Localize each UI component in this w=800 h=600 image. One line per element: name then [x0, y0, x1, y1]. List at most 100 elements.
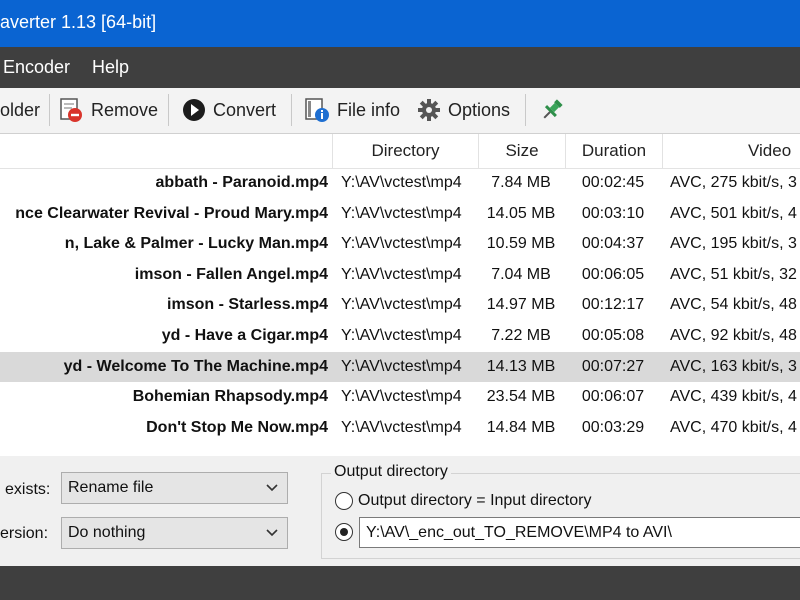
file-directory-cell: Y:\AV\vctest\mp4: [341, 388, 462, 406]
menu-help[interactable]: Help: [92, 57, 129, 78]
file-video-cell: AVC, 92 kbit/s, 48: [670, 327, 797, 344]
column-directory[interactable]: Directory: [332, 134, 478, 168]
file-duration-cell: 00:03:29: [581, 418, 645, 436]
file-directory-cell: Y:\AV\vctest\mp4: [341, 265, 462, 283]
add-folder-button[interactable]: older: [0, 88, 40, 132]
file-name-cell: abbath - Paranoid.mp4: [155, 174, 328, 191]
file-video-cell: AVC, 195 kbit/s, 3: [670, 235, 797, 253]
file-row[interactable]: Don't Stop Me Now.mp4 Y:\AV\vctest\mp4 14.…: [0, 413, 800, 443]
file-directory-cell: Y:\AV\vctest\mp4: [341, 235, 462, 253]
same-as-input-radio[interactable]: [335, 492, 353, 510]
toolbar-separator: [168, 94, 169, 126]
file-directory-cell: Y:\AV\vctest\mp4: [341, 204, 462, 222]
status-bar: [0, 566, 800, 600]
file-size-cell: 23.54 MB: [486, 388, 556, 406]
file-duration-cell: 00:06:05: [581, 265, 645, 283]
file-exists-select[interactable]: Rename file: [61, 472, 288, 504]
file-duration-cell: 00:02:45: [581, 174, 645, 191]
file-video-cell: AVC, 275 kbit/s, 3: [670, 174, 797, 191]
file-name-cell: yd - Have a Cigar.mp4: [161, 327, 328, 344]
after-conversion-label: ersion:: [0, 525, 49, 542]
file-size-cell: 10.59 MB: [486, 235, 556, 253]
file-size-cell: 14.05 MB: [486, 204, 556, 222]
file-size-cell: 14.13 MB: [486, 357, 556, 375]
file-size-cell: 7.04 MB: [491, 265, 551, 283]
file-name-cell: n, Lake & Palmer - Lucky Man.mp4: [64, 235, 328, 253]
pin-icon: [539, 97, 565, 123]
output-directory-title: Output directory: [331, 463, 451, 481]
remove-button[interactable]: Remove: [58, 88, 158, 132]
file-name-cell: yd - Welcome To The Machine.mp4: [63, 357, 328, 375]
menu-encoder[interactable]: Encoder: [3, 57, 70, 78]
toolbar-separator: [525, 94, 526, 126]
column-size[interactable]: Size: [478, 134, 565, 168]
file-size-cell: 14.84 MB: [486, 418, 556, 436]
file-list[interactable]: Directory Size Duration Video abbath - P…: [0, 134, 800, 456]
after-conversion-select[interactable]: Do nothing: [61, 517, 288, 549]
file-video-cell: AVC, 163 kbit/s, 3: [670, 357, 797, 375]
output-path-field[interactable]: Y:\AV\_enc_out_TO_REMOVE\MP4 to AVI\: [359, 517, 800, 548]
convert-label: Convert: [213, 99, 277, 120]
add-folder-label: older: [0, 99, 41, 120]
toolbar-separator: [49, 94, 50, 126]
file-duration-cell: 00:05:08: [581, 327, 645, 344]
list-header: Directory Size Duration Video: [0, 134, 800, 169]
dropdown-arrow-icon: [265, 518, 279, 559]
custom-output-radio[interactable]: [335, 523, 353, 541]
file-row[interactable]: yd - Have a Cigar.mp4 Y:\AV\vctest\mp4 7.2…: [0, 321, 800, 351]
column-video[interactable]: Video: [662, 134, 800, 168]
file-duration-cell: 00:06:07: [581, 388, 645, 406]
menu-bar: Encoder Help: [0, 47, 800, 88]
file-duration-cell: 00:03:10: [581, 204, 645, 222]
options-button[interactable]: Options: [417, 88, 510, 132]
remove-icon: [58, 97, 84, 123]
file-exists-label: exists:: [5, 481, 51, 498]
after-conversion-value: Do nothing: [68, 524, 146, 541]
file-name-cell: imson - Fallen Angel.mp4: [134, 265, 328, 283]
options-label: Options: [448, 99, 511, 120]
file-name-cell: nce Clearwater Revival - Proud Mary.mp4: [15, 204, 328, 222]
file-video-cell: AVC, 501 kbit/s, 4: [670, 204, 797, 222]
file-duration-cell: 00:12:17: [581, 296, 645, 314]
file-directory-cell: Y:\AV\vctest\mp4: [341, 327, 462, 344]
toolbar: older Remove Convert File info Options: [0, 88, 800, 134]
same-as-input-label[interactable]: Output directory = Input directory: [358, 492, 591, 510]
file-video-cell: AVC, 51 kbit/s, 32: [670, 265, 797, 283]
file-row[interactable]: abbath - Paranoid.mp4 Y:\AV\vctest\mp4 7.8…: [0, 168, 800, 198]
dropdown-arrow-icon: [265, 473, 279, 514]
pin-button[interactable]: [539, 88, 565, 132]
file-row[interactable]: nce Clearwater Revival - Proud Mary.mp4 Y…: [0, 199, 800, 229]
file-size-cell: 7.84 MB: [491, 174, 551, 191]
file-video-cell: AVC, 54 kbit/s, 48: [670, 296, 797, 314]
file-directory-cell: Y:\AV\vctest\mp4: [341, 174, 462, 191]
file-directory-cell: Y:\AV\vctest\mp4: [341, 418, 462, 436]
file-row[interactable]: Bohemian Rhapsody.mp4 Y:\AV\vctest\mp4 23.…: [0, 382, 800, 412]
toolbar-separator: [291, 94, 292, 126]
title-bar: averter 1.13 [64-bit]: [0, 0, 800, 47]
convert-button[interactable]: Convert: [182, 88, 276, 132]
remove-label: Remove: [91, 99, 159, 120]
file-directory-cell: Y:\AV\vctest\mp4: [341, 357, 462, 375]
options-gear-icon: [417, 98, 441, 122]
file-duration-cell: 00:04:37: [581, 235, 645, 253]
file-name-cell: Don't Stop Me Now.mp4: [146, 418, 328, 436]
file-name-cell: imson - Starless.mp4: [167, 296, 328, 314]
file-row[interactable]: n, Lake & Palmer - Lucky Man.mp4 Y:\AV\vc…: [0, 229, 800, 259]
file-video-cell: AVC, 470 kbit/s, 4: [670, 418, 797, 436]
file-row[interactable]: yd - Welcome To The Machine.mp4 Y:\AV\vct…: [0, 351, 800, 382]
file-directory-cell: Y:\AV\vctest\mp4: [341, 296, 462, 314]
file-duration-cell: 00:07:27: [581, 357, 645, 375]
file-info-icon: [304, 97, 330, 123]
column-duration[interactable]: Duration: [565, 134, 662, 168]
file-info-label: File info: [337, 99, 401, 120]
convert-icon: [182, 98, 206, 122]
file-row[interactable]: imson - Fallen Angel.mp4 Y:\AV\vctest\mp4…: [0, 260, 800, 290]
file-row[interactable]: imson - Starless.mp4 Y:\AV\vctest\mp4 14.9…: [0, 290, 800, 320]
file-size-cell: 7.22 MB: [491, 327, 551, 344]
file-size-cell: 14.97 MB: [486, 296, 556, 314]
file-info-button[interactable]: File info: [304, 88, 400, 132]
file-video-cell: AVC, 439 kbit/s, 4: [670, 388, 797, 406]
window-title: averter 1.13 [64-bit]: [0, 12, 157, 32]
file-name-cell: Bohemian Rhapsody.mp4: [132, 388, 328, 406]
file-exists-value: Rename file: [68, 479, 154, 496]
